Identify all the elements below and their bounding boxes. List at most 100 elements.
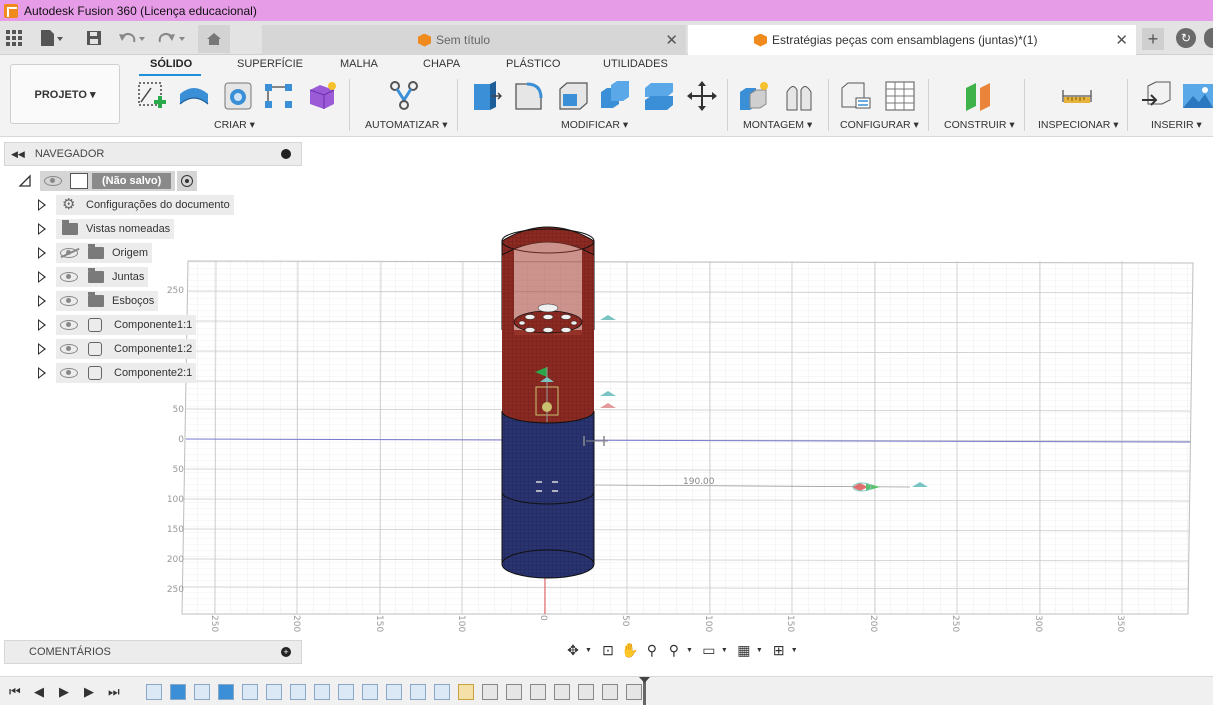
- canvas-viewport[interactable]: 250 50 0 50 100 150 200 250 250 200 150 …: [0, 137, 1213, 672]
- zoom-window-icon[interactable]: ⚲: [664, 641, 684, 659]
- activate-radio-icon[interactable]: [181, 175, 194, 187]
- chevron-down-icon[interactable]: ▼: [756, 647, 763, 654]
- visibility-eye-icon[interactable]: [60, 296, 78, 306]
- tree-root-node[interactable]: (Não salvo): [18, 171, 198, 191]
- tab-chapa[interactable]: CHAPA: [423, 58, 460, 70]
- tab-solido[interactable]: SÓLIDO: [150, 58, 192, 70]
- tab-superficie[interactable]: SUPERFÍCIE: [237, 58, 303, 70]
- file-menu-icon[interactable]: [40, 28, 64, 48]
- timeline-revolve-icon[interactable]: [386, 684, 402, 700]
- configure-parameters-icon[interactable]: [840, 80, 872, 112]
- timeline-sketch-icon[interactable]: [314, 684, 330, 700]
- split-body-icon[interactable]: [643, 80, 675, 112]
- expand-triangle-icon[interactable]: [38, 319, 46, 331]
- project-button[interactable]: PROJETO ▾: [10, 64, 120, 124]
- redo-icon[interactable]: [158, 28, 186, 48]
- tree-item-component1-2[interactable]: Componente1:2: [38, 339, 197, 359]
- tree-item-component1-1[interactable]: Componente1:1: [38, 315, 197, 335]
- chevron-down-icon[interactable]: ▼: [791, 647, 798, 654]
- timeline-sketch-icon[interactable]: [146, 684, 162, 700]
- close-icon[interactable]: ✕: [1115, 31, 1128, 49]
- create-sketch-icon[interactable]: [136, 80, 168, 112]
- close-icon[interactable]: ✕: [665, 31, 678, 49]
- chevron-down-icon[interactable]: ▼: [686, 647, 693, 654]
- add-comment-plus-icon[interactable]: +: [281, 647, 291, 657]
- revolve-icon[interactable]: [222, 80, 254, 112]
- viewports-icon[interactable]: ⊞: [769, 641, 789, 659]
- new-component-icon[interactable]: [738, 80, 770, 112]
- group-label-montagem[interactable]: MONTAGEM ▾: [743, 119, 812, 131]
- fillet-icon[interactable]: [513, 80, 545, 112]
- minimize-icon[interactable]: [281, 149, 291, 159]
- go-to-end-icon[interactable]: ⏭: [108, 684, 120, 700]
- visibility-hidden-eye-icon[interactable]: [60, 248, 78, 258]
- look-at-icon[interactable]: ⊡: [598, 641, 618, 659]
- comments-panel-header[interactable]: COMENTÁRIOS +: [4, 640, 302, 664]
- display-settings-icon[interactable]: ▭: [699, 641, 719, 659]
- timeline-marker-handle[interactable]: [643, 679, 646, 705]
- timeline-extrude-icon[interactable]: [170, 684, 186, 700]
- visibility-eye-icon[interactable]: [60, 320, 78, 330]
- grid-menu-icon[interactable]: [6, 28, 22, 48]
- job-status-icon[interactable]: ↻: [1176, 28, 1196, 48]
- timeline-joint-icon[interactable]: [626, 684, 642, 700]
- step-back-icon[interactable]: ◀: [34, 684, 44, 700]
- expand-triangle-icon[interactable]: [38, 223, 46, 235]
- joint-icon[interactable]: [783, 80, 815, 112]
- tree-item-sketches[interactable]: Esboços: [38, 291, 159, 311]
- expand-triangle-icon[interactable]: [38, 247, 46, 259]
- save-icon[interactable]: [86, 28, 102, 48]
- timeline-sketch-icon[interactable]: [362, 684, 378, 700]
- timeline-joint-icon[interactable]: [506, 684, 522, 700]
- timeline-revolve-icon[interactable]: [338, 684, 354, 700]
- visibility-eye-icon[interactable]: [60, 272, 78, 282]
- red-cylinder-component[interactable]: [501, 226, 595, 424]
- tree-item-origin[interactable]: Origem: [38, 243, 153, 263]
- blue-cylinder-component[interactable]: [501, 411, 595, 579]
- step-forward-icon[interactable]: ▶: [84, 684, 94, 700]
- group-label-inserir[interactable]: INSERIR ▾: [1151, 119, 1202, 131]
- tree-item-document-settings[interactable]: ⚙ Configurações do documento: [38, 195, 234, 215]
- tab-sem-titulo[interactable]: Sem título ✕: [262, 25, 686, 55]
- create-form-icon[interactable]: [306, 80, 338, 112]
- navigator-panel-header[interactable]: ◀◀ NAVEGADOR: [4, 142, 302, 166]
- timeline-joint-icon[interactable]: [554, 684, 570, 700]
- new-tab-plus-icon[interactable]: +: [1142, 28, 1164, 50]
- timeline-joint-icon[interactable]: [578, 684, 594, 700]
- tab-plastico[interactable]: PLÁSTICO: [506, 58, 560, 70]
- expand-triangle-icon[interactable]: [38, 271, 46, 283]
- collapse-panel-icon[interactable]: ◀◀: [11, 149, 25, 160]
- automate-icon[interactable]: [388, 80, 420, 112]
- group-label-construir[interactable]: CONSTRUIR ▾: [944, 119, 1015, 131]
- timeline-joint-icon[interactable]: [530, 684, 546, 700]
- tab-malha[interactable]: MALHA: [340, 58, 378, 70]
- group-label-inspecionar[interactable]: INSPECIONAR ▾: [1038, 119, 1119, 131]
- home-icon[interactable]: [198, 25, 230, 53]
- chevron-down-icon[interactable]: ▼: [721, 647, 728, 654]
- shell-icon[interactable]: [557, 80, 589, 112]
- timeline-component-icon[interactable]: [458, 684, 474, 700]
- timeline-sketch-icon[interactable]: [194, 684, 210, 700]
- pan-hand-icon[interactable]: ✋: [620, 641, 640, 659]
- combine-icon[interactable]: [599, 80, 631, 112]
- undo-icon[interactable]: [118, 28, 146, 48]
- zoom-icon[interactable]: ⚲: [642, 641, 662, 659]
- timeline-pattern-icon[interactable]: [410, 684, 426, 700]
- expand-triangle-icon[interactable]: [38, 343, 46, 355]
- orbit-icon[interactable]: ✥: [563, 641, 583, 659]
- play-icon[interactable]: ▶: [59, 684, 69, 700]
- tab-utilidades[interactable]: UTILIDADES: [603, 58, 668, 70]
- tree-item-component2-1[interactable]: Componente2:1: [38, 363, 197, 383]
- configuration-table-icon[interactable]: [884, 80, 916, 112]
- chevron-down-icon[interactable]: ▼: [585, 647, 592, 654]
- timeline-extrude-icon[interactable]: [218, 684, 234, 700]
- visibility-eye-icon[interactable]: [44, 176, 62, 186]
- move-copy-icon[interactable]: [686, 80, 718, 112]
- account-icon[interactable]: [1204, 28, 1213, 48]
- collapse-triangle-icon[interactable]: [18, 174, 32, 188]
- press-pull-icon[interactable]: [470, 80, 502, 112]
- go-to-start-icon[interactable]: ⏮: [9, 684, 21, 700]
- tree-item-joints[interactable]: Juntas: [38, 267, 149, 287]
- extrude-icon[interactable]: [178, 80, 210, 112]
- visibility-eye-icon[interactable]: [60, 344, 78, 354]
